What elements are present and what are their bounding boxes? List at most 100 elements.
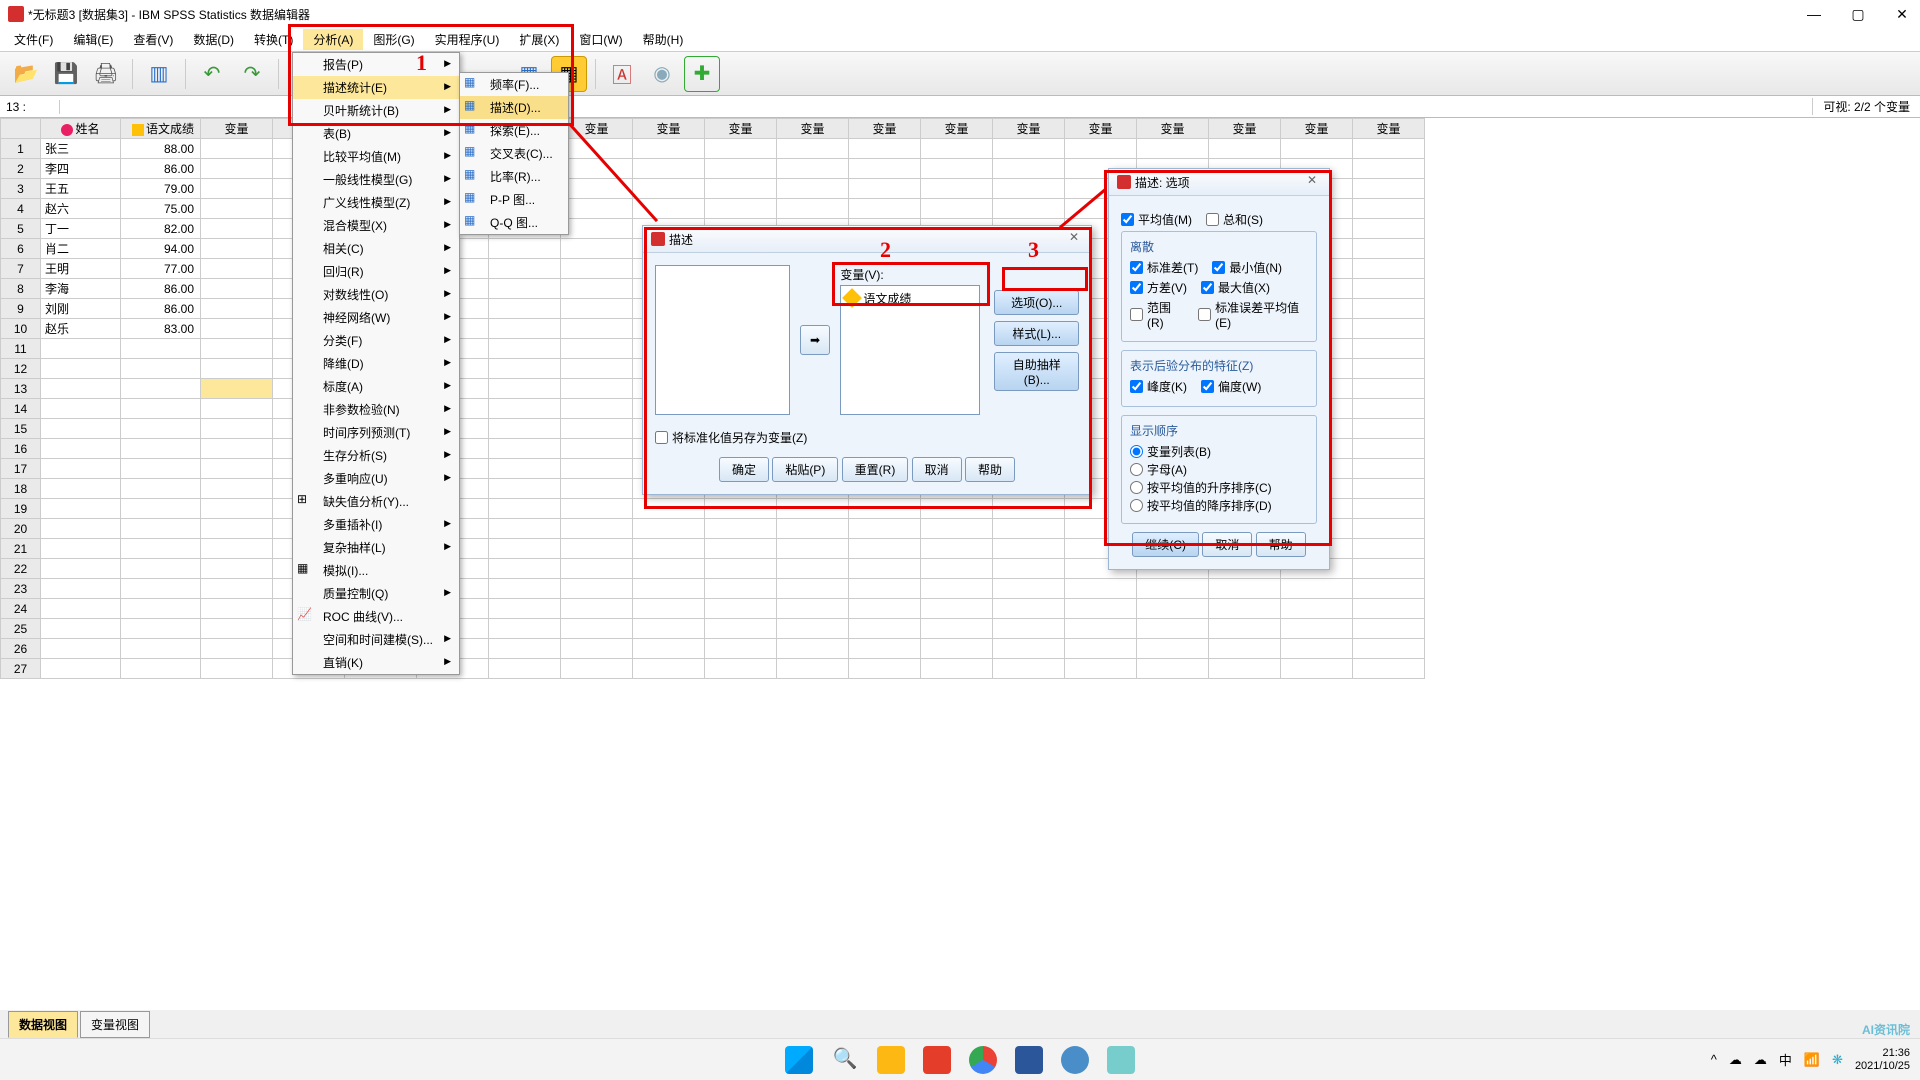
col-var[interactable]: 变量 (201, 119, 273, 139)
cell[interactable] (1353, 599, 1425, 619)
row-header[interactable]: 9 (1, 299, 41, 319)
cell[interactable] (201, 259, 273, 279)
help-button[interactable]: 帮助 (965, 457, 1015, 482)
cell-name[interactable] (41, 399, 121, 419)
analyze-item[interactable]: ▦模拟(I)... (293, 559, 459, 582)
cell-score[interactable] (121, 639, 201, 659)
cell[interactable] (993, 579, 1065, 599)
cell-name[interactable]: 赵乐 (41, 319, 121, 339)
cell[interactable] (1209, 639, 1281, 659)
std-checkbox[interactable]: 标准差(T) (1130, 259, 1198, 276)
cell[interactable] (1353, 439, 1425, 459)
order-alpha-radio[interactable]: 字母(A) (1130, 461, 1187, 478)
explorer-icon[interactable] (877, 1046, 905, 1074)
cell[interactable] (1065, 639, 1137, 659)
options-cancel-button[interactable]: 取消 (1202, 532, 1252, 557)
add-icon[interactable]: ✚ (684, 56, 720, 92)
cell[interactable] (633, 179, 705, 199)
cell[interactable] (777, 599, 849, 619)
cell[interactable] (921, 159, 993, 179)
col-var[interactable]: 变量 (921, 119, 993, 139)
menu-extensions[interactable]: 扩展(X) (509, 29, 569, 50)
cell[interactable] (849, 619, 921, 639)
recall-dialog-icon[interactable]: ▥ (141, 56, 177, 92)
cell[interactable] (561, 339, 633, 359)
cell[interactable] (201, 319, 273, 339)
cell[interactable] (561, 419, 633, 439)
menu-utilities[interactable]: 实用程序(U) (425, 29, 510, 50)
cell-score[interactable]: 86.00 (121, 159, 201, 179)
move-right-button[interactable]: ➡ (800, 325, 831, 355)
cell[interactable] (1353, 239, 1425, 259)
target-var-list[interactable]: 语文成绩 (840, 285, 980, 415)
cell[interactable] (489, 279, 561, 299)
word-icon[interactable] (1015, 1046, 1043, 1074)
cell[interactable] (489, 439, 561, 459)
cell[interactable] (1353, 379, 1425, 399)
cell-name[interactable] (41, 359, 121, 379)
open-icon[interactable]: 📂 (8, 56, 44, 92)
print-icon[interactable]: 🖨 (88, 56, 124, 92)
analyze-item[interactable]: 描述统计(E) (293, 76, 459, 99)
cell-score[interactable] (121, 539, 201, 559)
cell[interactable] (705, 539, 777, 559)
cell[interactable] (1065, 579, 1137, 599)
cell[interactable] (561, 599, 633, 619)
cell[interactable] (1353, 299, 1425, 319)
col-var[interactable]: 变量 (1353, 119, 1425, 139)
cell-name[interactable] (41, 659, 121, 679)
analyze-item[interactable]: 质量控制(Q) (293, 582, 459, 605)
cell-name[interactable] (41, 339, 121, 359)
cell-score[interactable]: 83.00 (121, 319, 201, 339)
analyze-item[interactable]: 报告(P) (293, 53, 459, 76)
cell-name[interactable]: 刘刚 (41, 299, 121, 319)
cell[interactable] (561, 439, 633, 459)
cell[interactable] (705, 159, 777, 179)
cell[interactable] (849, 539, 921, 559)
reset-button[interactable]: 重置(R) (842, 457, 909, 482)
analyze-item[interactable]: 非参数检验(N) (293, 398, 459, 421)
start-icon[interactable] (785, 1046, 813, 1074)
cell[interactable] (705, 559, 777, 579)
cell-name[interactable] (41, 599, 121, 619)
cell[interactable] (1137, 599, 1209, 619)
tray-onedrive-icon[interactable]: ☁ (1729, 1052, 1742, 1068)
cell-name[interactable] (41, 479, 121, 499)
cell-name[interactable] (41, 379, 121, 399)
cell[interactable] (849, 559, 921, 579)
desc-submenu-item[interactable]: ▦P-P 图... (460, 188, 568, 211)
cell[interactable] (561, 659, 633, 679)
desc-submenu-item[interactable]: ▦频率(F)... (460, 73, 568, 96)
cell[interactable] (201, 659, 273, 679)
cell-score[interactable] (121, 519, 201, 539)
analyze-item[interactable]: 生存分析(S) (293, 444, 459, 467)
max-checkbox[interactable]: 最大值(X) (1201, 279, 1270, 296)
cell[interactable] (489, 499, 561, 519)
menu-transform[interactable]: 转换(T) (244, 29, 303, 50)
cell[interactable] (201, 479, 273, 499)
cell[interactable] (1353, 579, 1425, 599)
cell[interactable] (489, 619, 561, 639)
cell-name[interactable] (41, 639, 121, 659)
row-header[interactable]: 25 (1, 619, 41, 639)
col-var[interactable]: 变量 (993, 119, 1065, 139)
cell[interactable] (201, 619, 273, 639)
cell[interactable] (993, 139, 1065, 159)
cell[interactable] (1209, 579, 1281, 599)
cell-name[interactable] (41, 439, 121, 459)
cell-name[interactable] (41, 419, 121, 439)
paste-button[interactable]: 粘贴(P) (772, 457, 838, 482)
row-header[interactable]: 20 (1, 519, 41, 539)
cell[interactable] (705, 199, 777, 219)
cell[interactable] (1353, 319, 1425, 339)
order-mean-desc-radio[interactable]: 按平均值的降序排序(D) (1130, 497, 1272, 514)
cell[interactable] (1353, 179, 1425, 199)
cell-name[interactable] (41, 499, 121, 519)
analyze-item[interactable]: 相关(C) (293, 237, 459, 260)
cell[interactable] (849, 499, 921, 519)
row-header[interactable]: 26 (1, 639, 41, 659)
row-header[interactable]: 1 (1, 139, 41, 159)
cell-score[interactable]: 86.00 (121, 279, 201, 299)
row-header[interactable]: 6 (1, 239, 41, 259)
cell[interactable] (489, 599, 561, 619)
